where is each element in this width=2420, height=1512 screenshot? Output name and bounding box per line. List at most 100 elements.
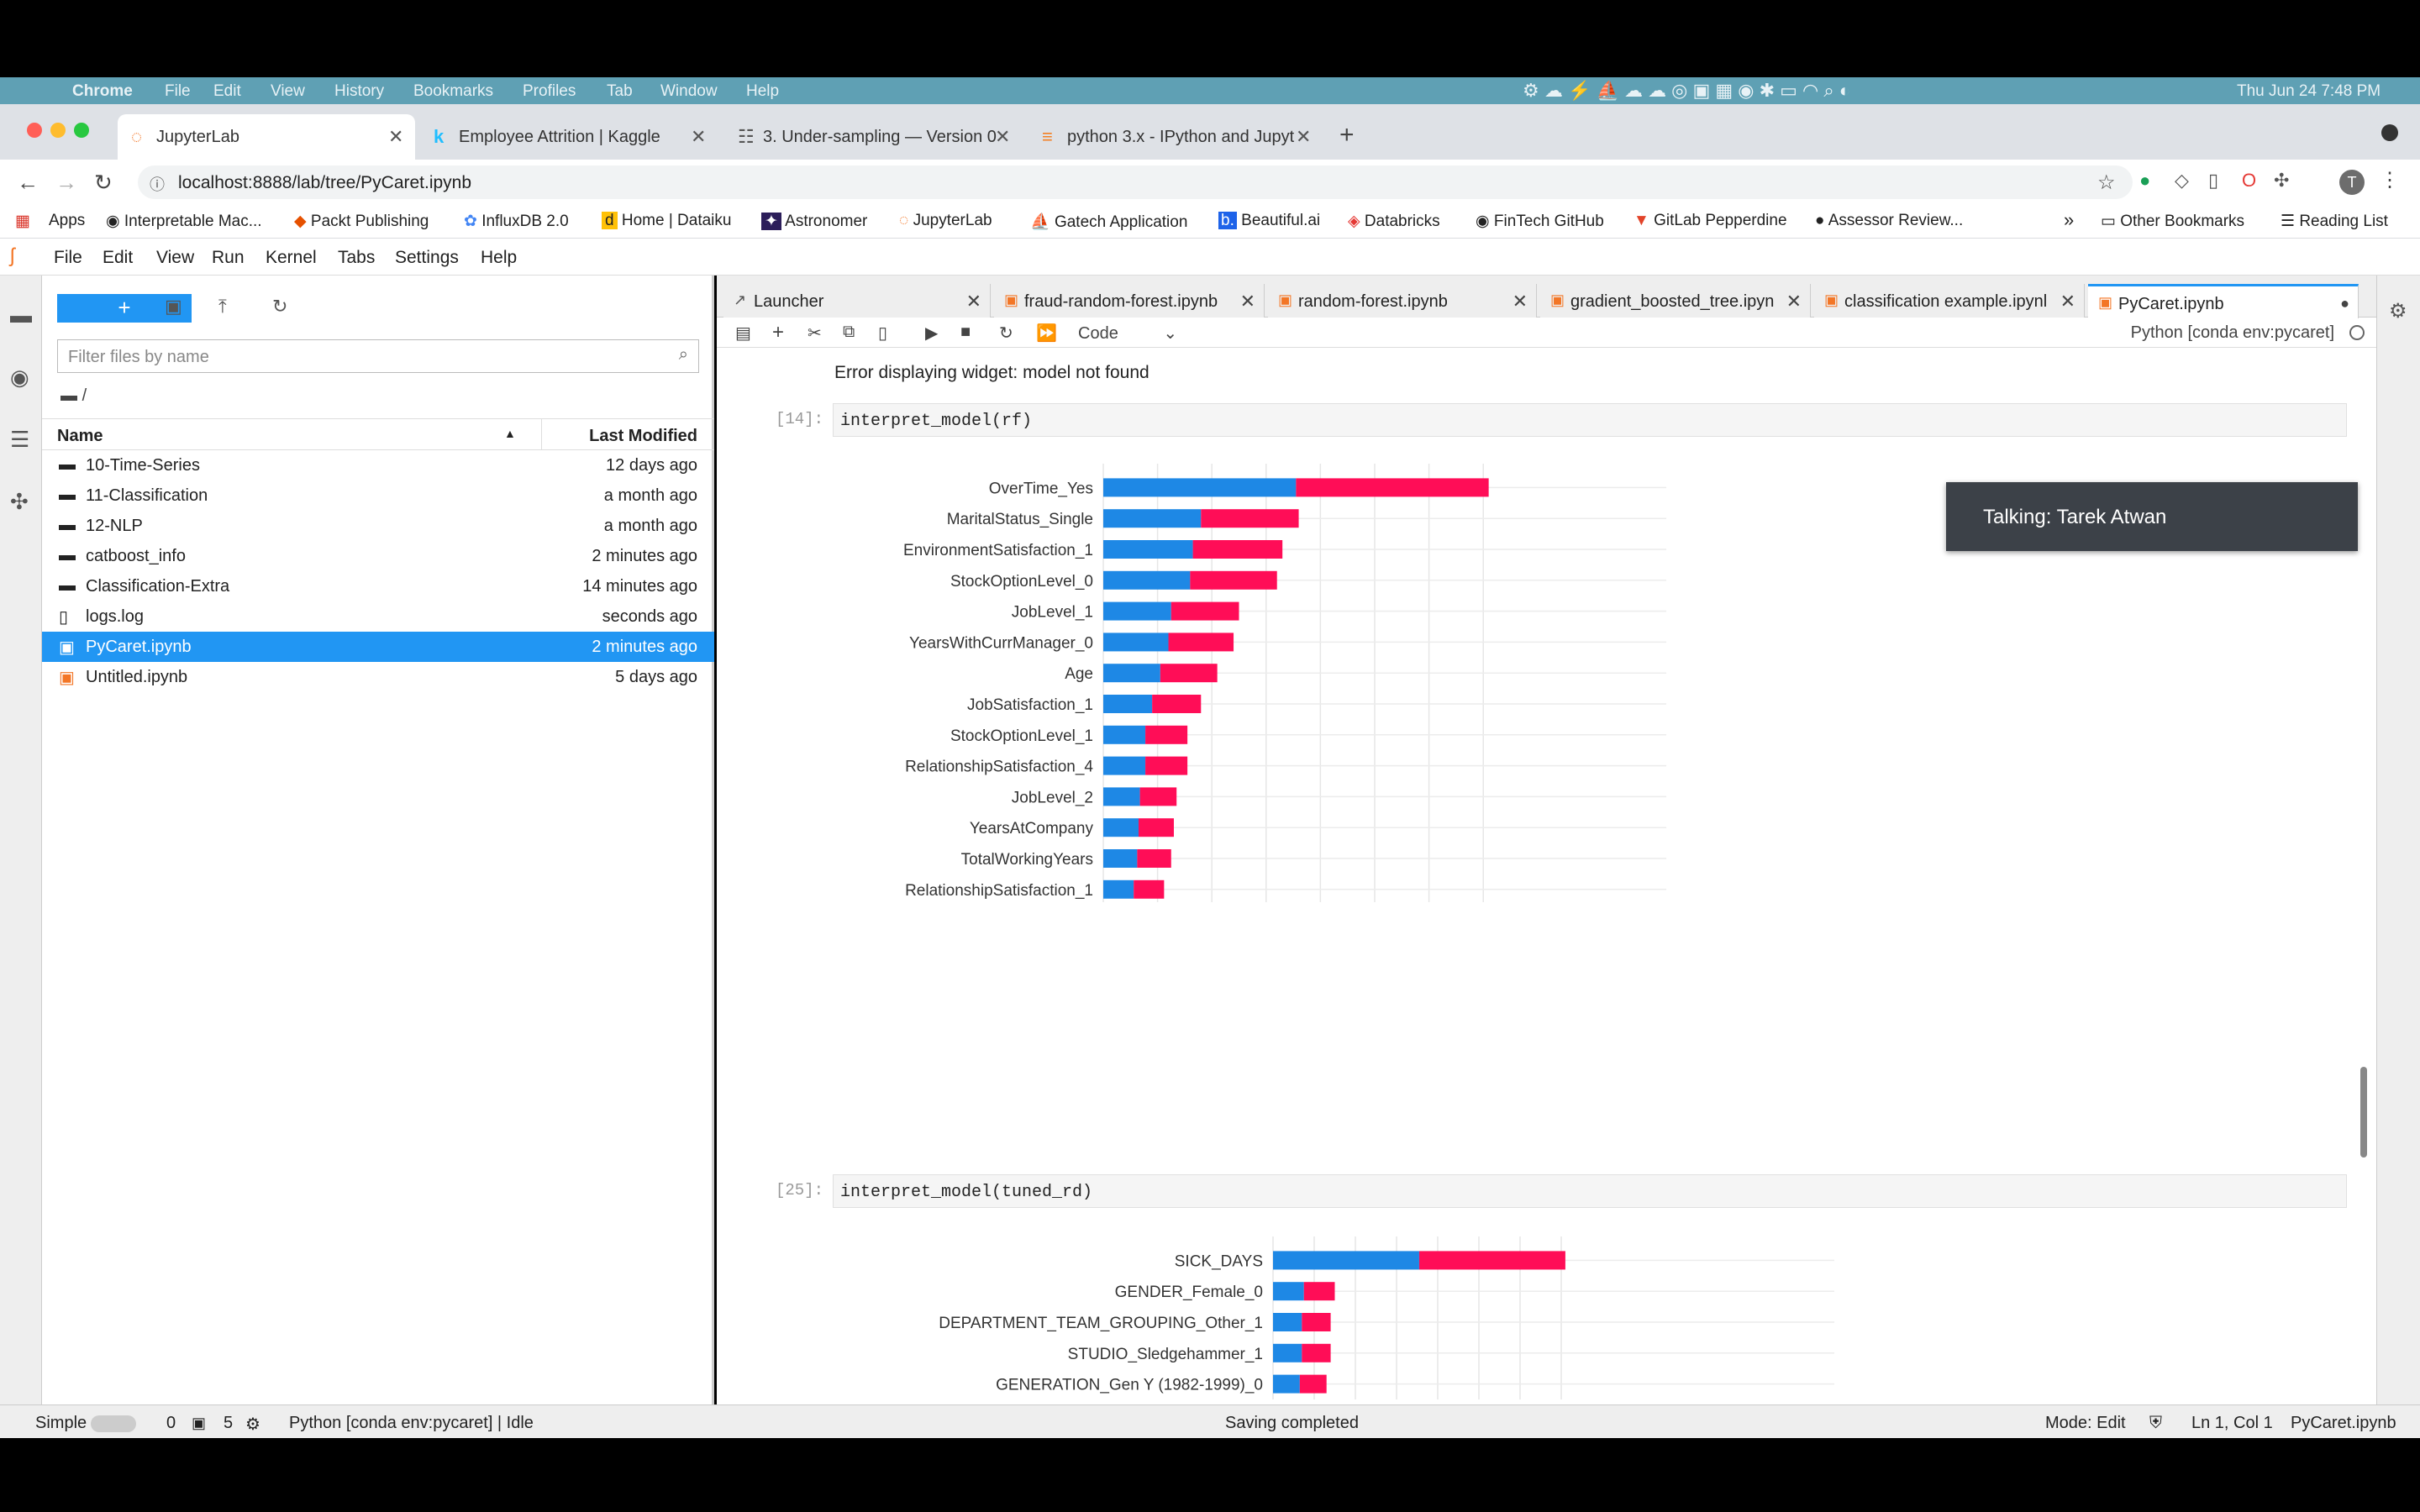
file-row[interactable]: ▬ 11-Classification a month ago: [42, 480, 714, 511]
browser-tab-jupyterlab[interactable]: ◌ JupyterLab ✕: [118, 114, 415, 160]
running-icon[interactable]: ◉: [10, 365, 29, 391]
bookmark-astronomer[interactable]: ✦ Astronomer: [761, 212, 867, 231]
jmenu-tabs[interactable]: Tabs: [338, 248, 375, 268]
tab-search-icon[interactable]: [2381, 124, 2398, 141]
menu-profiles[interactable]: Profiles: [523, 82, 576, 101]
bookmark-fintech-github[interactable]: ◉ FinTech GitHub: [1476, 212, 1604, 231]
jmenu-kernel[interactable]: Kernel: [266, 248, 317, 268]
bookmark-other[interactable]: ▭ Other Bookmarks: [2101, 212, 2244, 231]
tab-gradient-boosted[interactable]: ▣ gradient_boosted_tree.ipyn ✕: [1540, 284, 1811, 318]
menu-app-name[interactable]: Chrome: [72, 82, 133, 101]
paste-icon[interactable]: ▯: [878, 323, 887, 344]
file-row[interactable]: ▯ logs.log seconds ago: [42, 601, 714, 632]
bookmark-gatech[interactable]: ⛵ Gatech Application: [1030, 212, 1187, 232]
jmenu-help[interactable]: Help: [481, 248, 517, 268]
opera-icon[interactable]: O: [2242, 170, 2256, 192]
close-tab-icon[interactable]: ✕: [1240, 291, 1255, 312]
minimize-window-button[interactable]: [50, 123, 66, 138]
status-icons[interactable]: ⚙ ☁ ⚡ ⛵ ☁ ☁ ◎ ▣ ▦ ◉ ✱ ▭ ◠ ⌕ ◐: [1523, 80, 1850, 102]
tab-pycaret[interactable]: ▣ PyCaret.ipynb ●: [2088, 284, 2359, 318]
toc-icon[interactable]: ☰: [10, 427, 29, 453]
menu-edit[interactable]: Edit: [213, 82, 241, 101]
bookmark-jupyterlab[interactable]: ◌ JupyterLab: [899, 212, 992, 230]
reading-list[interactable]: ☰ Reading List: [2281, 212, 2388, 231]
stop-icon[interactable]: ■: [960, 323, 971, 342]
save-icon[interactable]: ▤: [735, 323, 751, 344]
menu-view[interactable]: View: [271, 82, 305, 101]
maximize-window-button[interactable]: [74, 123, 89, 138]
bookmark-apps[interactable]: Apps: [49, 212, 85, 230]
grammarly-icon[interactable]: ●: [2139, 170, 2150, 192]
run-icon[interactable]: ▶: [925, 323, 938, 344]
apps-grid-icon[interactable]: ▦: [15, 212, 30, 231]
cursor-position[interactable]: Ln 1, Col 1: [2191, 1414, 2273, 1433]
browser-tab-undersampling[interactable]: ☷ 3. Under-sampling — Version 0 ✕: [724, 114, 1022, 160]
tab-fraud-random-forest[interactable]: ▣ fraud-random-forest.ipynb ✕: [994, 284, 1265, 318]
sort-asc-icon[interactable]: ▲: [504, 427, 516, 440]
pocket-icon[interactable]: ◇: [2175, 170, 2189, 192]
cut-icon[interactable]: ✂: [808, 323, 822, 344]
column-name-header[interactable]: Name: [57, 427, 103, 446]
close-window-button[interactable]: [27, 123, 42, 138]
file-row[interactable]: ▬ Classification-Extra 14 minutes ago: [42, 571, 714, 601]
close-tab-icon[interactable]: ✕: [691, 126, 706, 148]
bookmark-gitlab[interactable]: ▼ GitLab Pepperdine: [1634, 212, 1787, 230]
browser-tab-stackoverflow[interactable]: ≡ python 3.x - IPython and Jupyt ✕: [1028, 114, 1326, 160]
menu-file[interactable]: File: [165, 82, 191, 101]
scrollbar-thumb[interactable]: [2360, 1067, 2367, 1158]
kernels-count[interactable]: 5: [224, 1414, 233, 1433]
menu-clock[interactable]: Thu Jun 24 7:48 PM: [2237, 82, 2381, 101]
jmenu-run[interactable]: Run: [212, 248, 245, 268]
bookmark-interpretable[interactable]: ◉ Interpretable Mac...: [106, 212, 262, 231]
code-cell-25[interactable]: interpret_model(tuned_rd): [833, 1174, 2347, 1208]
menu-history[interactable]: History: [334, 82, 384, 101]
cell-type-select[interactable]: Code ⌄: [1078, 323, 1177, 344]
close-tab-icon[interactable]: ✕: [2060, 291, 2075, 312]
close-tab-icon[interactable]: ✕: [966, 291, 981, 312]
close-tab-icon[interactable]: ✕: [388, 126, 403, 148]
new-tab-button[interactable]: +: [1339, 121, 1355, 150]
tab-random-forest[interactable]: ▣ random-forest.ipynb ✕: [1268, 284, 1537, 318]
close-tab-icon[interactable]: ✕: [1512, 291, 1528, 312]
browser-menu-icon[interactable]: ⋮: [2380, 168, 2400, 192]
upload-icon[interactable]: ⤒: [218, 296, 227, 318]
profile-avatar[interactable]: T: [2339, 170, 2365, 195]
bookmark-dataiku[interactable]: d Home | Dataiku: [602, 212, 731, 230]
add-cell-icon[interactable]: +: [772, 321, 784, 344]
file-row[interactable]: ▣ Untitled.ipynb 5 days ago: [42, 662, 714, 692]
jmenu-file[interactable]: File: [54, 248, 82, 268]
reload-button[interactable]: ↻: [94, 170, 113, 196]
code-cell-14[interactable]: interpret_model(rf): [833, 403, 2347, 437]
file-row[interactable]: ▬ catboost_info 2 minutes ago: [42, 541, 714, 571]
info-icon[interactable]: ⓘ: [150, 173, 165, 195]
fast-forward-icon[interactable]: ⏩: [1036, 323, 1057, 344]
file-row[interactable]: ▬ 10-Time-Series 12 days ago: [42, 450, 714, 480]
folder-icon[interactable]: ▬: [10, 302, 32, 328]
menu-tab[interactable]: Tab: [607, 82, 633, 101]
browser-tab-kaggle[interactable]: k Employee Attrition | Kaggle ✕: [420, 114, 718, 160]
refresh-icon[interactable]: ↻: [272, 296, 287, 318]
close-tab-icon[interactable]: ✕: [1296, 126, 1311, 148]
file-row[interactable]: ▬ 12-NLP a month ago: [42, 511, 714, 541]
breadcrumb[interactable]: ▬ /: [60, 386, 87, 406]
tab-launcher[interactable]: ↗ Launcher ✕: [723, 284, 991, 318]
bookmark-beautifulai[interactable]: b. Beautiful.ai: [1218, 212, 1320, 230]
url-field[interactable]: ⓘ localhost:8888/lab/tree/PyCaret.ipynb …: [138, 165, 2133, 199]
star-icon[interactable]: ☆: [2097, 171, 2116, 195]
menu-window[interactable]: Window: [660, 82, 718, 101]
jmenu-view[interactable]: View: [156, 248, 194, 268]
bookmark-packt[interactable]: ◆ Packt Publishing: [294, 212, 429, 231]
trust-icon[interactable]: ⛨: [2149, 1414, 2162, 1433]
file-row-selected[interactable]: ▣ PyCaret.ipynb 2 minutes ago: [42, 632, 714, 662]
extension-icon[interactable]: ✣: [10, 489, 29, 515]
filter-files-input[interactable]: Filter files by name ⌕: [57, 339, 699, 373]
copy-icon[interactable]: ⧉: [843, 323, 855, 342]
tab-classification-example[interactable]: ▣ classification example.ipynl ✕: [1814, 284, 2085, 318]
close-tab-icon[interactable]: ✕: [1786, 291, 1802, 312]
kernel-status-text[interactable]: Python [conda env:pycaret] | Idle: [289, 1414, 534, 1433]
property-inspector-icon[interactable]: ⚙: [2389, 299, 2407, 323]
jmenu-settings[interactable]: Settings: [395, 248, 459, 268]
menu-bookmarks[interactable]: Bookmarks: [413, 82, 493, 101]
new-folder-icon[interactable]: ▣: [165, 296, 182, 318]
terminals-count[interactable]: 0: [166, 1414, 176, 1433]
